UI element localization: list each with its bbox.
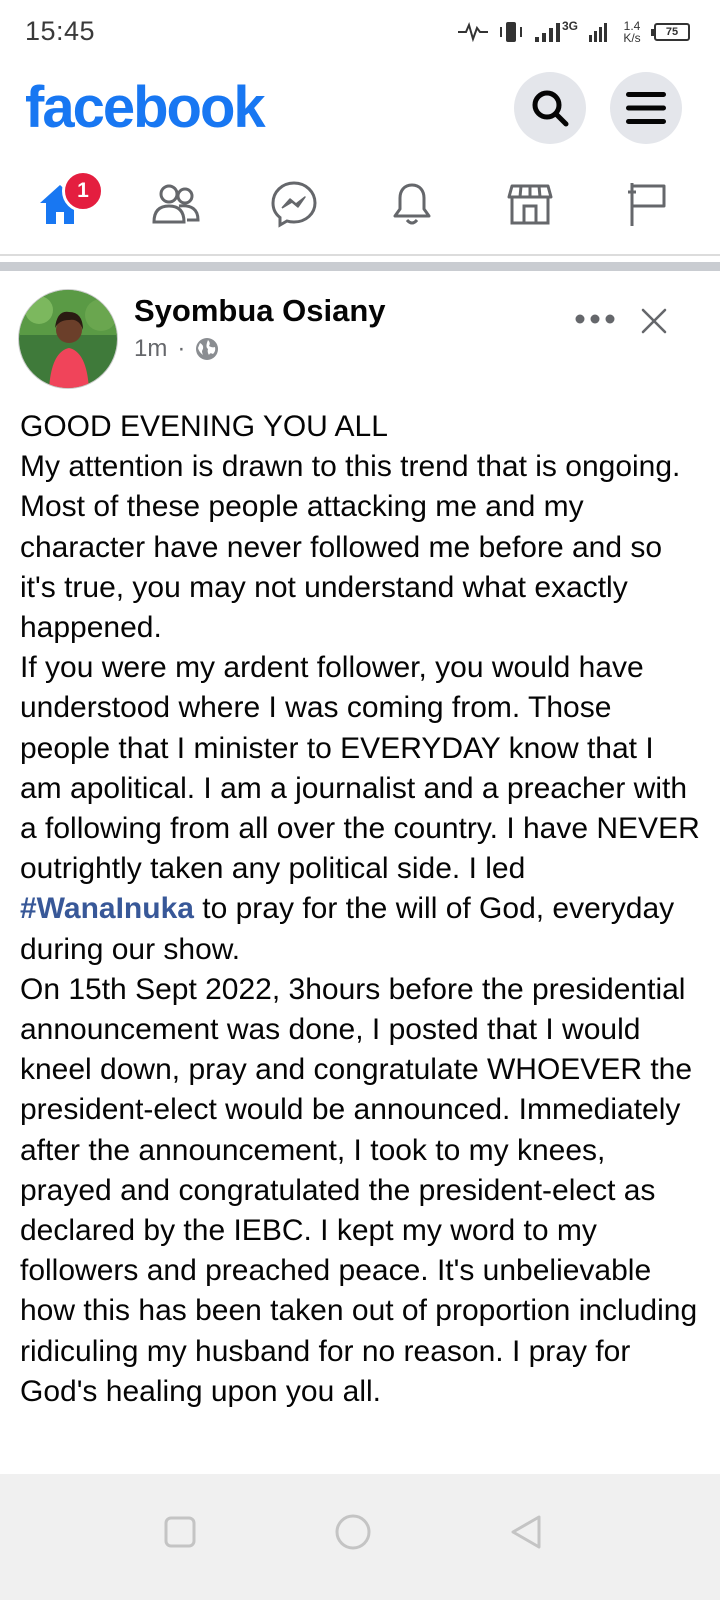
tab-pages[interactable] — [588, 158, 708, 250]
search-button[interactable] — [514, 72, 586, 144]
post-text-part-2: to pray for the will of God, everyday du… — [20, 892, 698, 1408]
vibrate-icon — [499, 22, 522, 42]
network-speed: 1.4 K/s — [620, 20, 644, 44]
feed-divider — [0, 262, 720, 271]
flag-icon — [628, 183, 666, 226]
profile-photo — [19, 290, 117, 388]
status-time: 15:45 — [25, 16, 96, 46]
status-bar: 15:45 3G 1.4 K/s 75 — [0, 0, 720, 66]
menu-button[interactable] — [610, 72, 682, 144]
circle-home-icon — [335, 1514, 371, 1550]
activity-icon — [457, 22, 488, 42]
square-recents-icon — [164, 1516, 196, 1548]
tab-home[interactable]: 1 — [0, 158, 120, 250]
post-time[interactable]: 1m — [134, 335, 167, 363]
messenger-icon — [271, 181, 317, 228]
tab-marketplace[interactable] — [470, 158, 590, 250]
post-greeting: GOOD EVENING YOU ALL — [20, 410, 388, 443]
more-dots-icon — [575, 314, 615, 324]
app-header: facebook — [0, 66, 720, 154]
battery-level: 75 — [665, 26, 679, 38]
back-button[interactable] — [496, 1502, 556, 1562]
post-meta: 1m · — [134, 335, 219, 363]
status-icons: 3G 1.4 K/s 75 — [457, 14, 690, 50]
post-options-button[interactable] — [572, 301, 618, 337]
tab-notifications[interactable] — [352, 158, 472, 250]
friends-icon — [152, 184, 200, 224]
battery-icon: 75 — [651, 23, 690, 41]
facebook-logo[interactable]: facebook — [25, 74, 266, 141]
bell-icon — [393, 183, 431, 225]
post-body: GOOD EVENING YOU ALL My attention is dra… — [20, 407, 700, 1412]
tab-messenger[interactable] — [234, 158, 354, 250]
close-icon — [641, 308, 667, 334]
search-icon — [532, 90, 569, 127]
recents-button[interactable] — [150, 1502, 210, 1562]
avatar[interactable] — [18, 289, 118, 389]
notification-badge: 1 — [62, 170, 104, 212]
android-nav-bar — [0, 1474, 720, 1600]
tab-divider — [0, 254, 720, 256]
nav-tabs: 1 — [0, 158, 720, 250]
signal-icon — [534, 23, 560, 42]
marketplace-icon — [507, 184, 553, 225]
network-speed-unit: K/s — [623, 31, 641, 45]
signal-2-icon — [589, 23, 607, 42]
post-text-part-1: My attention is drawn to this trend that… — [20, 450, 700, 886]
hide-post-button[interactable] — [634, 301, 674, 341]
meta-separator: · — [177, 335, 186, 362]
feed-post: Syombua Osiany 1m · GOOD EVENING YOU ALL… — [0, 271, 720, 1476]
home-button[interactable] — [323, 1502, 383, 1562]
tab-friends[interactable] — [116, 158, 236, 250]
hashtag-link[interactable]: #WanaInuka — [20, 892, 194, 925]
network-type-label: 3G — [561, 19, 578, 33]
triangle-back-icon — [511, 1515, 541, 1549]
post-author[interactable]: Syombua Osiany — [134, 293, 386, 329]
globe-icon — [196, 338, 219, 360]
hamburger-menu-icon — [626, 92, 666, 124]
